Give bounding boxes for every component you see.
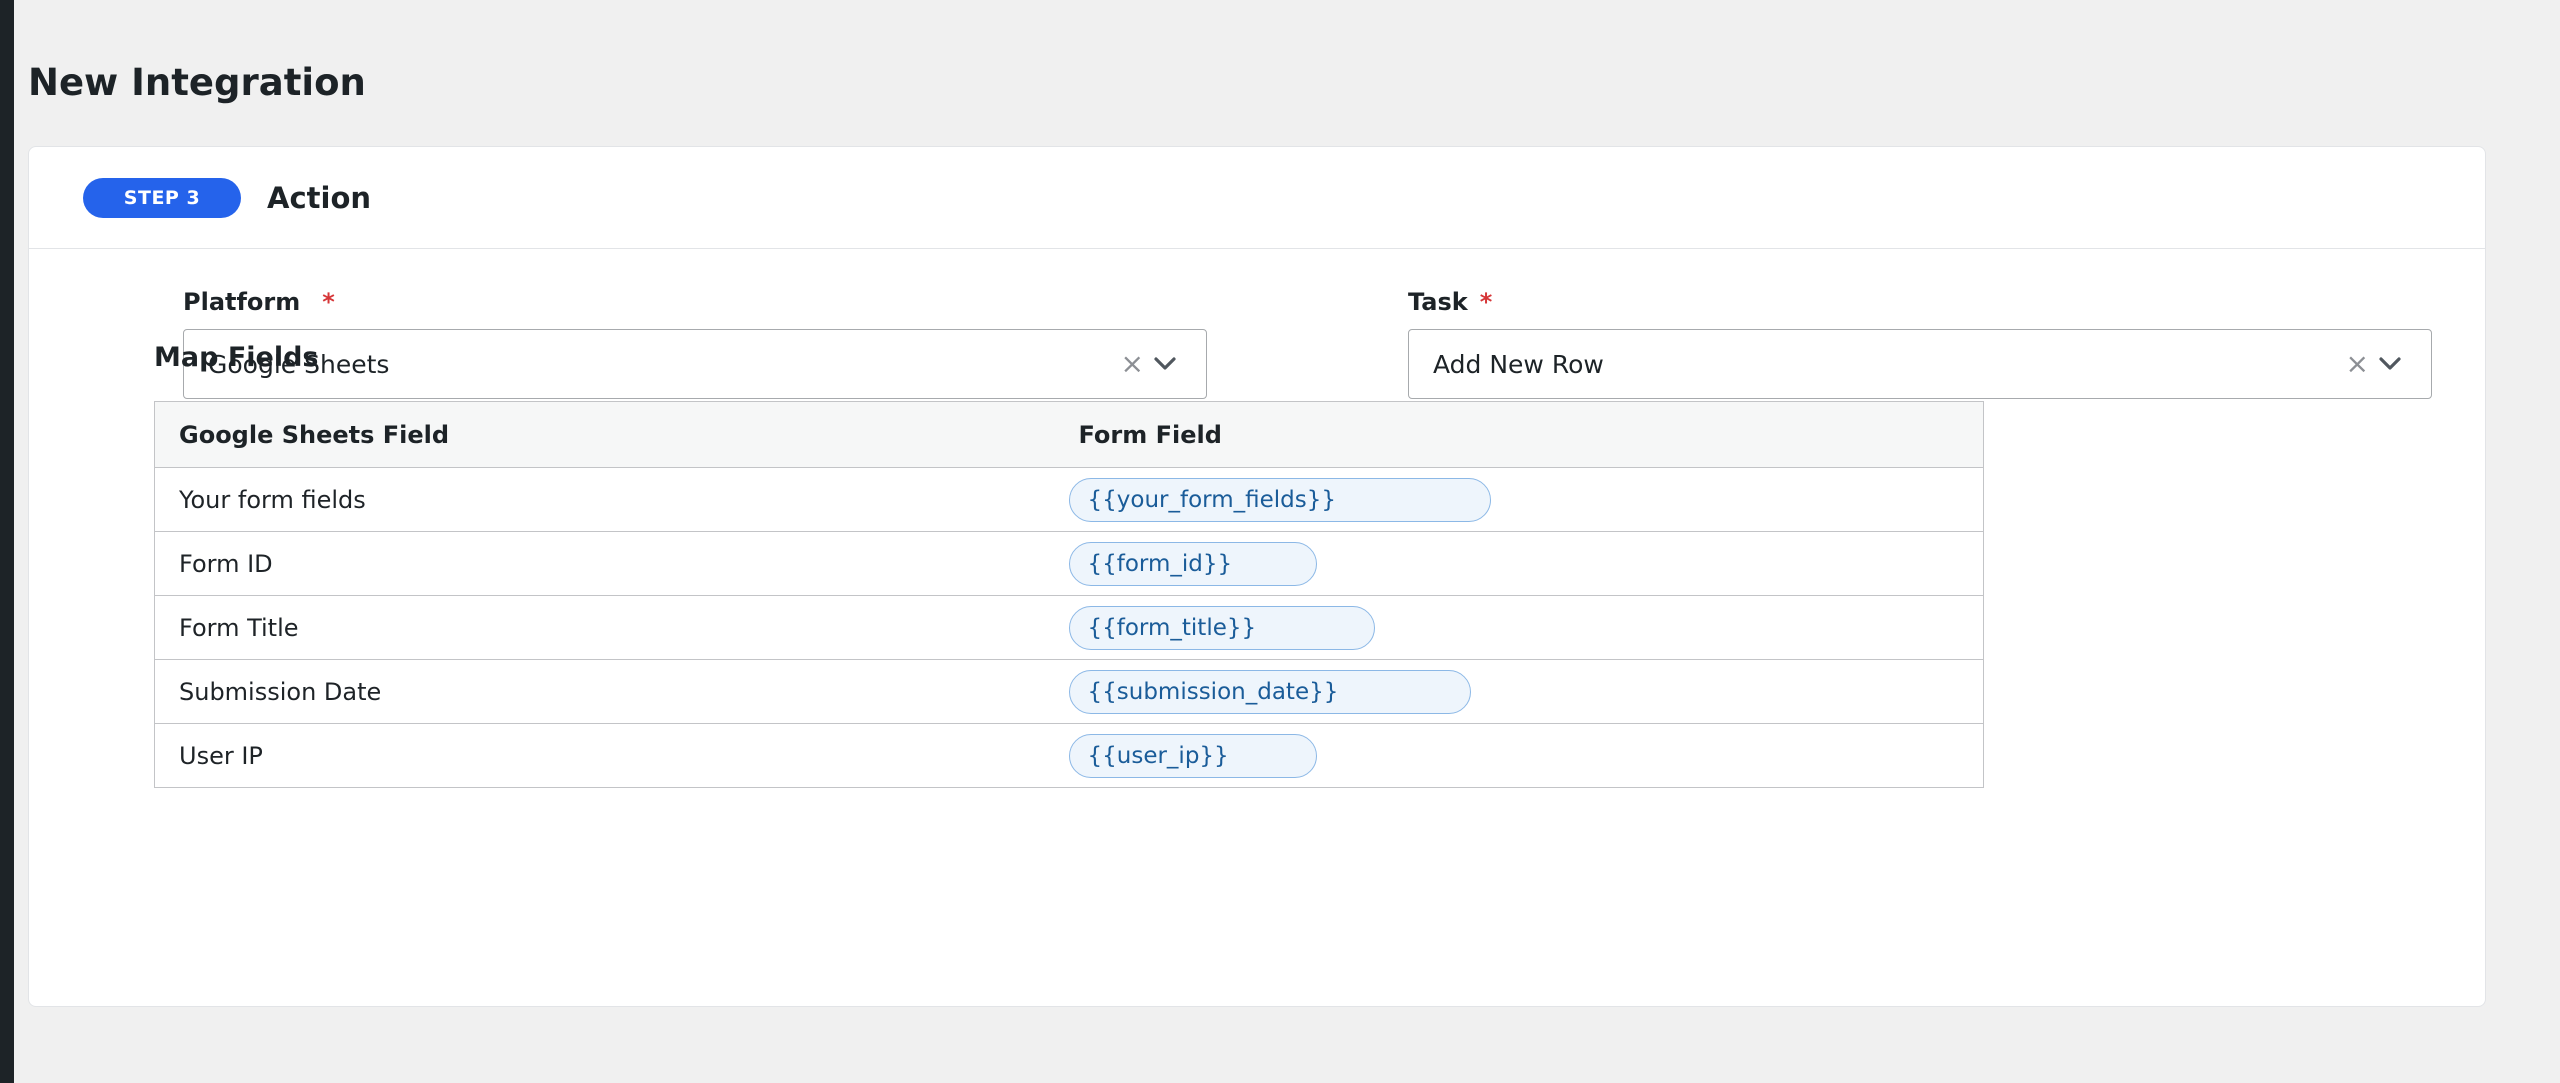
step-title: Action [267, 180, 372, 215]
sheets-field-name: Form ID [154, 531, 1069, 596]
sheets-field-name: Your form fields [154, 467, 1069, 532]
platform-select-value: Google Sheets [208, 349, 390, 379]
required-mark: * [322, 288, 335, 316]
table-row: User IP {{user_ip}} [155, 724, 1984, 788]
merge-tag[interactable]: {{user_ip}} [1068, 733, 1317, 778]
merge-tag[interactable]: {{form_title}} [1068, 605, 1375, 650]
column-header-form-field: Form Field [1068, 401, 1984, 468]
close-icon[interactable]: × [1121, 350, 1144, 378]
chevron-down-icon[interactable] [2379, 357, 2401, 371]
merge-tag[interactable]: {{submission_date}} [1068, 669, 1471, 714]
task-select[interactable]: Add New Row × [1408, 329, 2432, 399]
table-row: Form Title {{form_title}} [154, 595, 1984, 660]
step-badge: STEP 3 [83, 177, 241, 218]
platform-label-text: Platform [183, 288, 301, 316]
required-mark: * [1479, 288, 1493, 316]
table-row: Your form fields {{your_form_fields}} [154, 467, 1984, 532]
task-select-value: Add New Row [1433, 349, 1604, 379]
merge-tag[interactable]: {{form_id}} [1068, 541, 1317, 586]
map-fields-title: Map Fields [154, 342, 319, 373]
platform-select[interactable]: Google Sheets × [183, 329, 1207, 399]
column-header-sheets-field: Google Sheets Field [154, 401, 1069, 468]
map-fields-table: Google Sheets Field Form Field Your form… [154, 401, 1984, 788]
sheets-field-name: User IP [179, 741, 263, 770]
sheets-field-name: Submission Date [154, 659, 1069, 724]
merge-tag[interactable]: {{your_form_fields}} [1068, 477, 1491, 522]
chevron-down-icon[interactable] [1154, 357, 1176, 371]
close-icon[interactable]: × [2346, 350, 2369, 378]
sheets-field-name: Form Title [154, 595, 1069, 660]
page-title: New Integration [28, 61, 366, 104]
step-header: STEP 3 Action [29, 147, 2485, 249]
task-label: Task * [1408, 288, 1492, 316]
table-row: Form ID {{form_id}} [154, 531, 1984, 596]
table-header-row: Google Sheets Field Form Field [154, 401, 1984, 468]
admin-sidebar-edge [0, 0, 14, 1083]
table-row: Submission Date {{submission_date}} [154, 659, 1984, 724]
task-label-text: Task [1408, 288, 1468, 316]
platform-label: Platform * [183, 288, 335, 316]
